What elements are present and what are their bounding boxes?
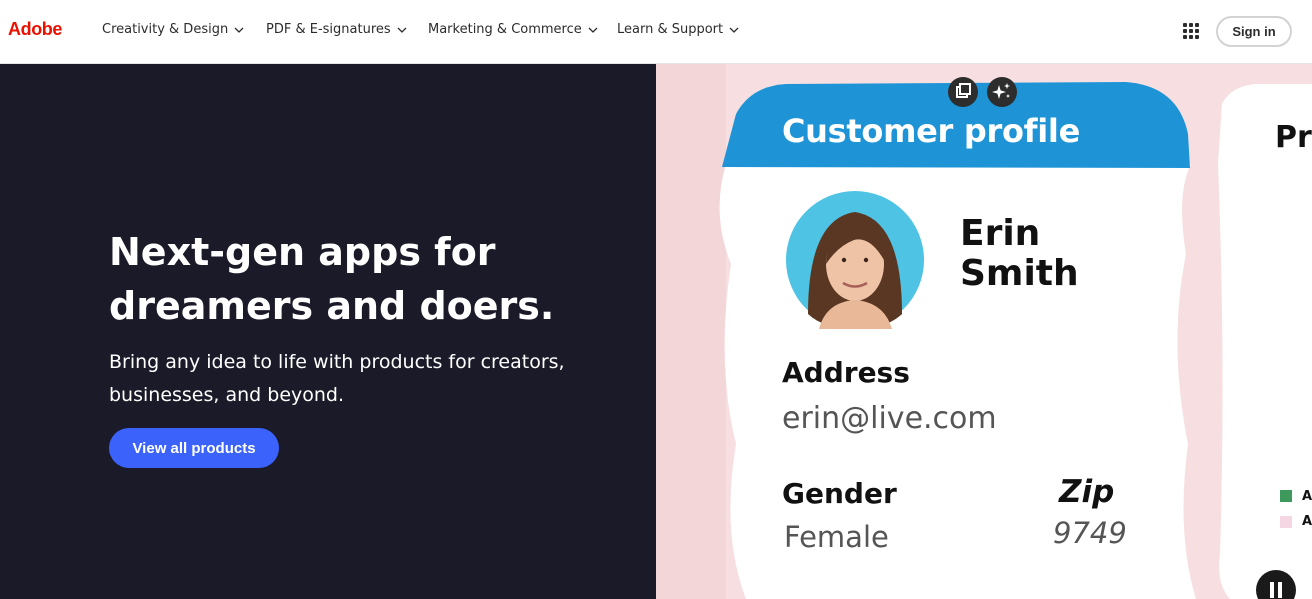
legend-label: A: [1302, 489, 1312, 504]
zip-label: Zip: [1059, 474, 1115, 510]
gender-label: Gender: [782, 477, 897, 510]
copy-icon[interactable]: [948, 77, 978, 107]
hero-subhead: Bring any idea to life with products for…: [109, 351, 565, 406]
sparkle-icon[interactable]: [987, 77, 1017, 107]
nav-item-label: Learn & Support: [617, 22, 724, 37]
zip-value: 9749: [1053, 516, 1127, 550]
view-all-products-button[interactable]: View all products: [109, 428, 279, 468]
hero-illustration: Customer profile Erin Smith Address erin…: [656, 64, 1312, 599]
customer-name: Erin Smith: [960, 214, 1079, 294]
pause-icon: [1270, 582, 1282, 598]
chevron-down-icon: [234, 27, 244, 33]
hero-headline: Next-gen apps for dreamers and doers.: [109, 230, 555, 328]
chevron-down-icon: [397, 27, 407, 33]
global-nav: Adobe Creativity & Design PDF & E-signat…: [0, 0, 1312, 64]
last-name: Smith: [960, 253, 1079, 294]
legend-label: A: [1302, 514, 1312, 529]
first-name: Erin: [960, 213, 1041, 254]
sign-in-button[interactable]: Sign in: [1216, 16, 1292, 47]
nav-item-label: Marketing & Commerce: [428, 22, 582, 37]
address-label: Address: [782, 356, 910, 389]
nav-item-pdf-esignatures[interactable]: PDF & E-signatures: [266, 22, 407, 37]
second-card: [1218, 84, 1312, 599]
nav-item-learn-support[interactable]: Learn & Support: [617, 22, 739, 37]
copy-icon-glyph: [956, 83, 971, 98]
card-title: Customer profile: [782, 112, 1080, 150]
nav-item-creativity-design[interactable]: Creativity & Design: [102, 22, 244, 37]
nav-item-label: Creativity & Design: [102, 22, 229, 37]
sparkle-icon-glyph: [992, 83, 1010, 99]
nav-item-label: PDF & E-signatures: [266, 22, 391, 37]
chevron-down-icon: [729, 27, 739, 33]
nav-item-marketing-commerce[interactable]: Marketing & Commerce: [428, 22, 598, 37]
pause-button[interactable]: [1256, 570, 1296, 599]
chevron-down-icon: [588, 27, 598, 33]
address-value: erin@live.com: [782, 401, 997, 436]
legend-swatch-pink: [1280, 516, 1292, 528]
second-card-title: Pr: [1275, 120, 1312, 155]
app-grid-icon[interactable]: [1183, 23, 1200, 40]
adobe-logo[interactable]: Adobe: [8, 19, 62, 40]
gender-value: Female: [784, 520, 889, 554]
legend-swatch-green: [1280, 490, 1292, 502]
